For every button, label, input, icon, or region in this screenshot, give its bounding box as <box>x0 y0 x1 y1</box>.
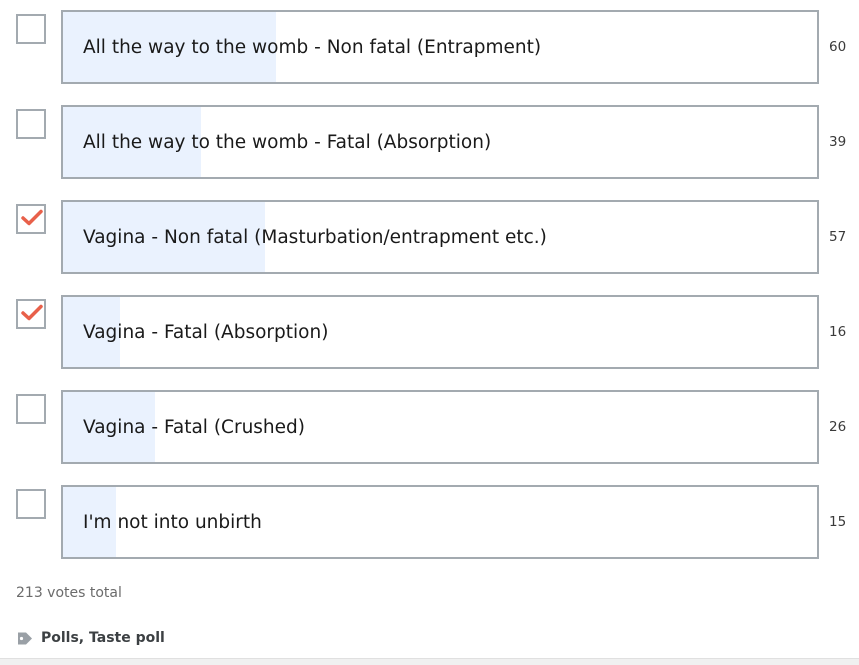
vote-count: 26 <box>829 419 847 435</box>
option-bar[interactable]: Vagina - Fatal (Absorption) <box>61 295 819 369</box>
tag-list: Polls, Taste poll <box>16 628 165 648</box>
option-checkbox[interactable] <box>16 394 46 424</box>
poll-option: I'm not into unbirth 15 <box>0 485 859 559</box>
vote-count: 57 <box>829 229 847 245</box>
divider <box>0 658 859 665</box>
option-bar[interactable]: All the way to the womb - Non fatal (Ent… <box>61 10 819 84</box>
poll-option: Vagina - Non fatal (Masturbation/entrapm… <box>0 200 859 274</box>
vote-count: 15 <box>829 514 847 530</box>
checkmark-icon <box>21 209 43 226</box>
poll-option: Vagina - Fatal (Crushed) 26 <box>0 390 859 464</box>
option-bar[interactable]: All the way to the womb - Fatal (Absorpt… <box>61 105 819 179</box>
option-bar[interactable]: I'm not into unbirth <box>61 485 819 559</box>
option-checkbox[interactable] <box>16 489 46 519</box>
option-label: Vagina - Non fatal (Masturbation/entrapm… <box>83 227 547 248</box>
option-checkbox[interactable] <box>16 204 46 234</box>
checkmark-icon <box>21 304 43 321</box>
option-checkbox[interactable] <box>16 14 46 44</box>
option-label: All the way to the womb - Fatal (Absorpt… <box>83 132 492 153</box>
option-bar[interactable]: Vagina - Fatal (Crushed) <box>61 390 819 464</box>
tag-icon <box>18 632 32 644</box>
poll-option: Vagina - Fatal (Absorption) 16 <box>0 295 859 369</box>
poll-option: All the way to the womb - Non fatal (Ent… <box>0 10 859 84</box>
option-checkbox[interactable] <box>16 109 46 139</box>
option-label: All the way to the womb - Non fatal (Ent… <box>83 37 542 58</box>
vote-count: 60 <box>829 39 847 55</box>
tags-link[interactable]: Polls, Taste poll <box>41 630 165 646</box>
votes-total: 213 votes total <box>16 585 122 601</box>
option-checkbox[interactable] <box>16 299 46 329</box>
option-label: Vagina - Fatal (Absorption) <box>83 322 329 343</box>
poll-option: All the way to the womb - Fatal (Absorpt… <box>0 105 859 179</box>
option-label: Vagina - Fatal (Crushed) <box>83 417 305 438</box>
poll: All the way to the womb - Non fatal (Ent… <box>0 0 859 665</box>
vote-count: 16 <box>829 324 847 340</box>
option-label: I'm not into unbirth <box>83 512 262 533</box>
vote-count: 39 <box>829 134 847 150</box>
option-bar[interactable]: Vagina - Non fatal (Masturbation/entrapm… <box>61 200 819 274</box>
